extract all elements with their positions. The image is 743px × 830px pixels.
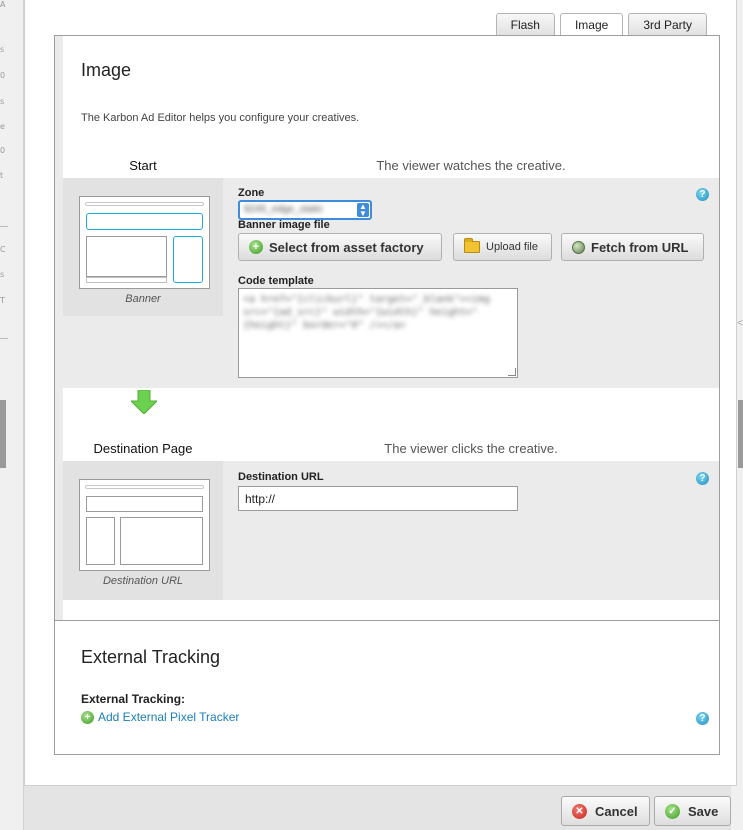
destination-url-label: Destination URL: [238, 471, 324, 483]
background-text: t: [0, 171, 4, 180]
section-title: Image: [81, 60, 132, 80]
background-text: T: [0, 296, 5, 305]
resize-handle[interactable]: [508, 368, 516, 376]
destination-stage-row: Destination URL Destination URL ?: [63, 461, 719, 600]
destination-caption: Destination URL: [102, 575, 184, 587]
upload-label: Upload file: [486, 241, 538, 253]
add-pixel-tracker-link[interactable]: + Add External Pixel Tracker: [81, 710, 239, 724]
check-icon: ✓: [665, 803, 680, 819]
background-divider: [0, 226, 8, 227]
start-stage-description: The viewer watches the creative.: [376, 158, 566, 173]
background-text: e: [0, 122, 5, 131]
background-text: C: [0, 245, 6, 254]
content-block: [86, 236, 167, 277]
destination-illustration-column: Destination URL: [63, 461, 223, 600]
upload-file-button[interactable]: Upload file: [453, 233, 552, 261]
page-content-block: [120, 517, 203, 565]
add-icon: +: [249, 240, 263, 254]
image-section: Image The Karbon Ad Editor helps you con…: [55, 36, 719, 620]
cancel-icon: ✕: [572, 803, 587, 819]
zone-label: Zone: [238, 187, 265, 199]
tracking-label: External Tracking:: [81, 692, 186, 706]
background-text: s: [0, 45, 5, 54]
start-stage-row: Banner Zone ? 8245_edge_static ▲ ▼ Banner…: [63, 178, 719, 388]
code-template-textarea[interactable]: <a href="{clickurl}" target="_blank"><im…: [238, 288, 518, 378]
help-icon[interactable]: ?: [696, 712, 709, 725]
fetch-label: Fetch from URL: [591, 239, 689, 255]
fetch-from-url-button[interactable]: Fetch from URL: [561, 233, 704, 261]
background-divider: [0, 338, 8, 339]
tracking-title: External Tracking: [81, 647, 221, 667]
zone-select-value: 8245_edge_static: [244, 204, 323, 215]
background-text: 0: [0, 71, 6, 80]
globe-icon: [572, 240, 585, 254]
ad-editor-dialog: Flash Image 3rd Party Image The Karbon A…: [24, 0, 737, 786]
tab-3rd-party[interactable]: 3rd Party: [628, 13, 707, 36]
start-stage-label: Start: [129, 158, 157, 173]
code-template-value: <a href="{clickurl}" target="_blank"><im…: [243, 294, 490, 331]
creative-type-tabs: Flash Image 3rd Party: [495, 13, 707, 37]
banner-highlight: [86, 213, 203, 230]
page-header-block: [86, 496, 203, 512]
banner-file-label: Banner image file: [238, 219, 330, 231]
cancel-label: Cancel: [595, 803, 638, 819]
add-pixel-tracker-label: Add External Pixel Tracker: [98, 710, 240, 724]
select-asset-label: Select from asset factory: [269, 239, 424, 255]
destination-stage-description: The viewer clicks the creative.: [384, 441, 558, 456]
destination-illustration: [79, 479, 210, 571]
background-text: s: [0, 97, 5, 106]
content-footer: [86, 277, 167, 283]
arrow-down-icon: [131, 390, 157, 414]
background-page-left: A s 0 s e 0 t C s T: [0, 0, 24, 830]
image-section-content: Image The Karbon Ad Editor helps you con…: [63, 36, 719, 620]
banner-illustration: [79, 196, 210, 289]
destination-stage-label: Destination Page: [93, 441, 193, 456]
background-text: <: [737, 318, 743, 329]
tab-image[interactable]: Image: [559, 13, 624, 37]
image-panel: Image The Karbon Ad Editor helps you con…: [54, 35, 720, 755]
banner-caption: Banner: [125, 293, 161, 305]
tab-flash[interactable]: Flash: [495, 13, 555, 36]
browser-bar: [85, 485, 204, 489]
side-banner-highlight: [173, 236, 203, 283]
select-arrows-icon: ▲ ▼: [357, 203, 369, 218]
cancel-button[interactable]: ✕ Cancel: [561, 796, 650, 826]
background-text: 0: [0, 146, 6, 155]
external-tracking-section: External Tracking External Tracking: + A…: [55, 620, 719, 754]
background-text: A: [0, 0, 6, 9]
select-from-asset-factory-button[interactable]: + Select from asset factory: [238, 233, 442, 261]
save-label: Save: [688, 803, 719, 819]
add-icon: +: [81, 710, 94, 724]
save-button[interactable]: ✓ Save: [654, 796, 731, 826]
dialog-footer: ✕ Cancel ✓ Save: [0, 786, 743, 830]
help-icon[interactable]: ?: [696, 472, 709, 485]
intro-text: The Karbon Ad Editor helps you configure…: [81, 112, 360, 124]
zone-select[interactable]: 8245_edge_static ▲ ▼: [238, 200, 372, 220]
banner-illustration-column: Banner: [63, 178, 223, 316]
background-text: s: [0, 270, 5, 279]
background-scroll-strip: [738, 400, 743, 468]
code-template-label: Code template: [238, 275, 314, 287]
help-icon[interactable]: ?: [696, 188, 709, 201]
background-scroll-strip: [0, 400, 6, 468]
browser-bar: [85, 202, 204, 206]
folder-icon: [464, 238, 480, 253]
destination-url-input[interactable]: [238, 486, 518, 511]
page-sidebar-block: [86, 517, 115, 565]
